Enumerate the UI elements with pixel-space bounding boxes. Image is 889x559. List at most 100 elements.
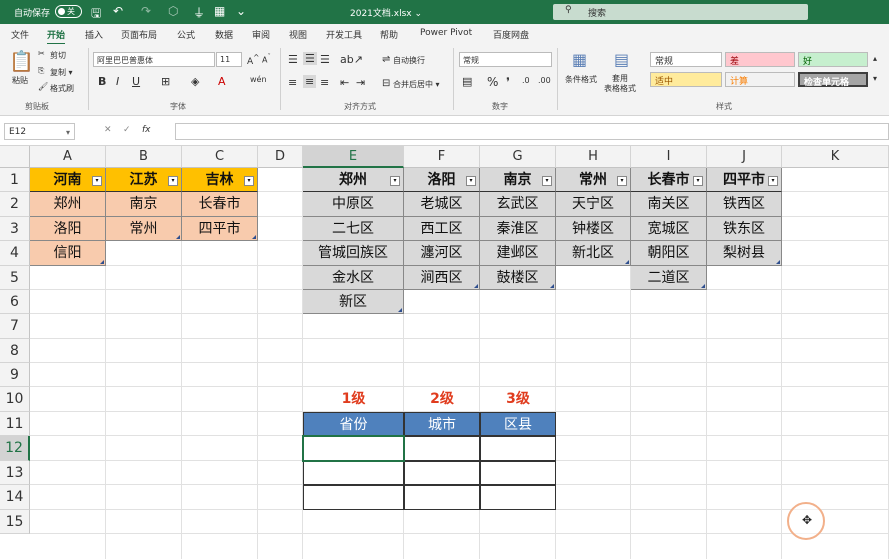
increase-indent-icon[interactable]: ⇥	[356, 76, 365, 89]
phonetic-icon[interactable]: wén	[250, 75, 267, 84]
align-center-icon[interactable]: ≡	[303, 75, 317, 88]
district-cell[interactable]: 朝阳区	[631, 241, 707, 266]
column-header-j[interactable]: J	[707, 146, 782, 168]
tab-help[interactable]: 帮助	[380, 28, 398, 41]
district-cell[interactable]: 新北区	[556, 241, 631, 266]
column-header-i[interactable]: I	[631, 146, 707, 168]
merge-center-icon[interactable]: ⊟	[382, 78, 390, 89]
number-format-combo[interactable]: 常规	[459, 52, 552, 67]
tab-home[interactable]: 开始	[47, 28, 66, 45]
bold-icon[interactable]: B	[98, 75, 106, 88]
orientation-icon[interactable]: ab↗	[340, 53, 363, 66]
column-header-d[interactable]: D	[258, 146, 303, 168]
table-resize-handle[interactable]	[474, 284, 478, 288]
border-icon[interactable]: ⊞	[161, 75, 170, 88]
tab-review[interactable]: 审阅	[252, 28, 270, 41]
undo-icon[interactable]: ↶	[113, 4, 123, 18]
paste-button[interactable]: 粘贴	[12, 75, 28, 86]
row-header-12[interactable]: 12	[0, 436, 30, 461]
district-cell[interactable]: 秦淮区	[480, 217, 556, 241]
row-header-3[interactable]: 3	[0, 217, 30, 241]
column-header-f[interactable]: F	[404, 146, 480, 168]
styles-scroll-up-icon[interactable]: ▴	[873, 54, 877, 63]
decrease-indent-icon[interactable]: ⇤	[340, 76, 349, 89]
filter-dropdown-icon[interactable]: ▾	[244, 176, 254, 186]
conditional-format-button[interactable]: 条件格式	[565, 74, 597, 85]
formula-input[interactable]	[175, 123, 889, 140]
province-header-cell[interactable]: 江苏 ▾	[106, 168, 182, 192]
district-cell[interactable]: 新区	[303, 290, 404, 314]
province-city-cell[interactable]: 常州	[106, 217, 182, 241]
district-cell[interactable]: 宽城区	[631, 217, 707, 241]
fill-color-icon[interactable]: ◈	[191, 75, 199, 88]
district-cell[interactable]: 金水区	[303, 266, 404, 290]
city-header-cell[interactable]: 长春市 ▾	[631, 168, 707, 192]
input-cell[interactable]	[480, 436, 556, 461]
column-header-a[interactable]: A	[30, 146, 106, 168]
table-resize-handle[interactable]	[398, 308, 402, 312]
tab-data[interactable]: 数据	[215, 28, 233, 41]
tab-file[interactable]: 文件	[11, 28, 29, 41]
tab-view[interactable]: 视图	[289, 28, 307, 41]
align-right-icon[interactable]: ≡	[320, 76, 329, 89]
font-color-icon[interactable]: A	[218, 75, 226, 88]
input-header-cell[interactable]: 省份	[303, 412, 404, 436]
column-header-g[interactable]: G	[480, 146, 556, 168]
tab-developer[interactable]: 开发工具	[326, 28, 362, 41]
filter-dropdown-icon[interactable]: ▾	[693, 176, 703, 186]
filter-dropdown-icon[interactable]: ▾	[617, 176, 627, 186]
save-icon[interactable]: 🖫	[91, 4, 101, 25]
district-cell[interactable]: 二道区	[631, 266, 707, 290]
district-cell[interactable]: 玄武区	[480, 192, 556, 217]
row-header-11[interactable]: 11	[0, 412, 30, 436]
row-header-7[interactable]: 7	[0, 314, 30, 339]
increase-decimal-icon[interactable]: .0	[522, 76, 530, 85]
row-header-6[interactable]: 6	[0, 290, 30, 314]
row-header-4[interactable]: 4	[0, 241, 30, 266]
province-city-cell[interactable]: 郑州	[30, 192, 106, 217]
style-bad[interactable]: 差	[725, 52, 795, 67]
conditional-format-icon[interactable]: ▦	[572, 50, 587, 69]
filter-dropdown-icon[interactable]: ▾	[466, 176, 476, 186]
row-header-13[interactable]: 13	[0, 461, 30, 485]
row-header-1[interactable]: 1	[0, 168, 30, 192]
district-cell[interactable]: 涧西区	[404, 266, 480, 290]
district-cell[interactable]: 铁东区	[707, 217, 782, 241]
format-as-table-button[interactable]: 套用 表格格式	[604, 74, 636, 94]
copy-icon[interactable]: ⎘	[38, 66, 44, 76]
comma-icon[interactable]: ❜	[506, 75, 510, 89]
district-cell[interactable]: 梨树县	[707, 241, 782, 266]
format-painter-button[interactable]: 格式刷	[50, 83, 74, 94]
district-cell[interactable]: 管城回族区	[303, 241, 404, 266]
name-box[interactable]: E12	[4, 123, 75, 140]
active-cell-border[interactable]	[302, 435, 405, 462]
table-resize-handle[interactable]	[550, 284, 554, 288]
style-normal[interactable]: 常规	[650, 52, 722, 67]
district-cell[interactable]: 南关区	[631, 192, 707, 217]
merge-center-button[interactable]: 合并后居中 ▾	[393, 79, 440, 90]
style-neutral[interactable]: 适中	[650, 72, 722, 87]
font-size-combo[interactable]: 11	[216, 52, 242, 67]
copy-button[interactable]: 复制 ▾	[50, 67, 73, 78]
input-cell[interactable]	[404, 485, 480, 510]
underline-icon[interactable]: U	[132, 75, 140, 88]
grow-font-icon[interactable]: A^	[247, 53, 259, 67]
tab-insert[interactable]: 插入	[85, 28, 103, 41]
filter-dropdown-icon[interactable]: ▾	[768, 176, 778, 186]
input-cell[interactable]	[480, 485, 556, 510]
input-cell[interactable]	[303, 485, 404, 510]
align-middle-icon[interactable]: ☰	[303, 52, 317, 65]
redo-icon[interactable]: ↷	[141, 4, 151, 18]
input-cell[interactable]	[480, 461, 556, 485]
cut-icon[interactable]: ✂	[38, 49, 45, 58]
row-header-2[interactable]: 2	[0, 192, 30, 217]
row-header-10[interactable]: 10	[0, 387, 30, 412]
district-cell[interactable]: 二七区	[303, 217, 404, 241]
select-all-corner[interactable]	[0, 146, 30, 168]
paste-icon[interactable]: 📋	[9, 49, 34, 73]
district-cell[interactable]: 中原区	[303, 192, 404, 217]
column-header-c[interactable]: C	[182, 146, 258, 168]
currency-icon[interactable]: ▤	[462, 75, 472, 88]
spreadsheet-grid[interactable]: A B C D E F G H I J K 1 2 3 4 5 6 7 8 9 10 11 12 13 14 15 河南 ▾ 郑州 洛阳信…	[0, 146, 889, 559]
district-cell[interactable]: 钟楼区	[556, 217, 631, 241]
